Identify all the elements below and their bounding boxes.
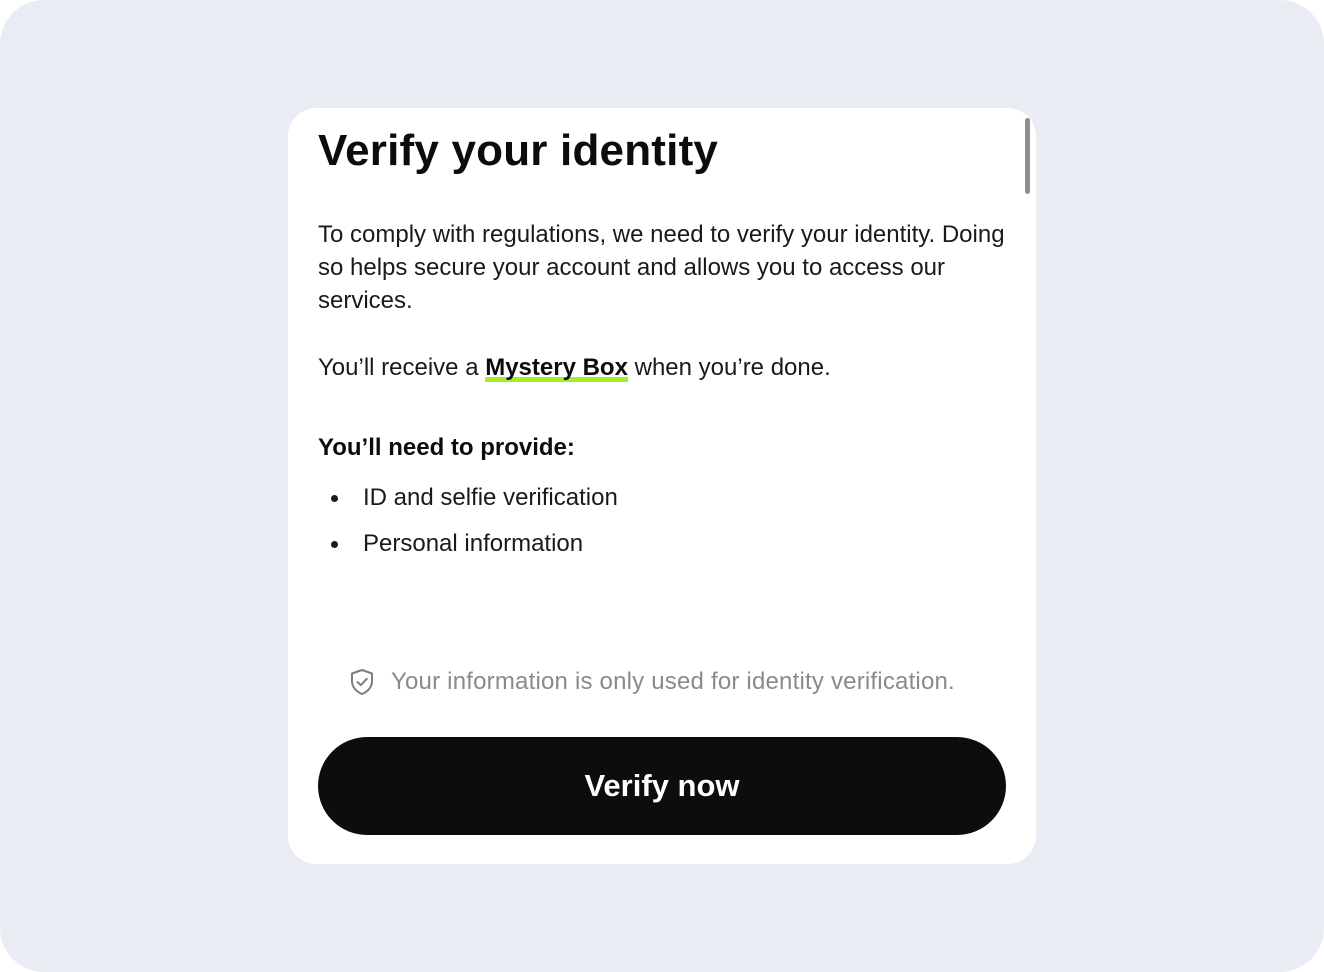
privacy-note-text: Your information is only used for identi… <box>391 668 955 695</box>
shield-check-icon <box>347 667 377 697</box>
reward-suffix: when you’re done. <box>627 354 831 381</box>
requirements-list: ID and selfie verification Personal info… <box>318 478 618 570</box>
page-background: Verify your identity To comply with regu… <box>0 0 1324 972</box>
list-item: ID and selfie verification <box>318 478 618 524</box>
requirement-label: ID and selfie verification <box>363 484 618 511</box>
reward-message: You’ll receive a Mystery Box when you’re… <box>318 351 831 384</box>
privacy-note: Your information is only used for identi… <box>347 667 955 697</box>
requirements-heading: You’ll need to provide: <box>318 434 575 461</box>
dialog-title: Verify your identity <box>318 126 719 175</box>
mystery-box-highlight: Mystery Box <box>485 354 628 382</box>
intro-text: To comply with regulations, we need to v… <box>318 221 1005 314</box>
verification-dialog: Verify your identity To comply with regu… <box>288 108 1036 864</box>
bullet-icon <box>331 495 338 502</box>
list-item: Personal information <box>318 524 618 570</box>
reward-prefix: You’ll receive a <box>318 354 486 381</box>
scrollbar[interactable] <box>1025 118 1030 194</box>
bullet-icon <box>331 541 338 548</box>
verify-now-button[interactable]: Verify now <box>318 737 1006 835</box>
requirement-label: Personal information <box>363 530 584 557</box>
